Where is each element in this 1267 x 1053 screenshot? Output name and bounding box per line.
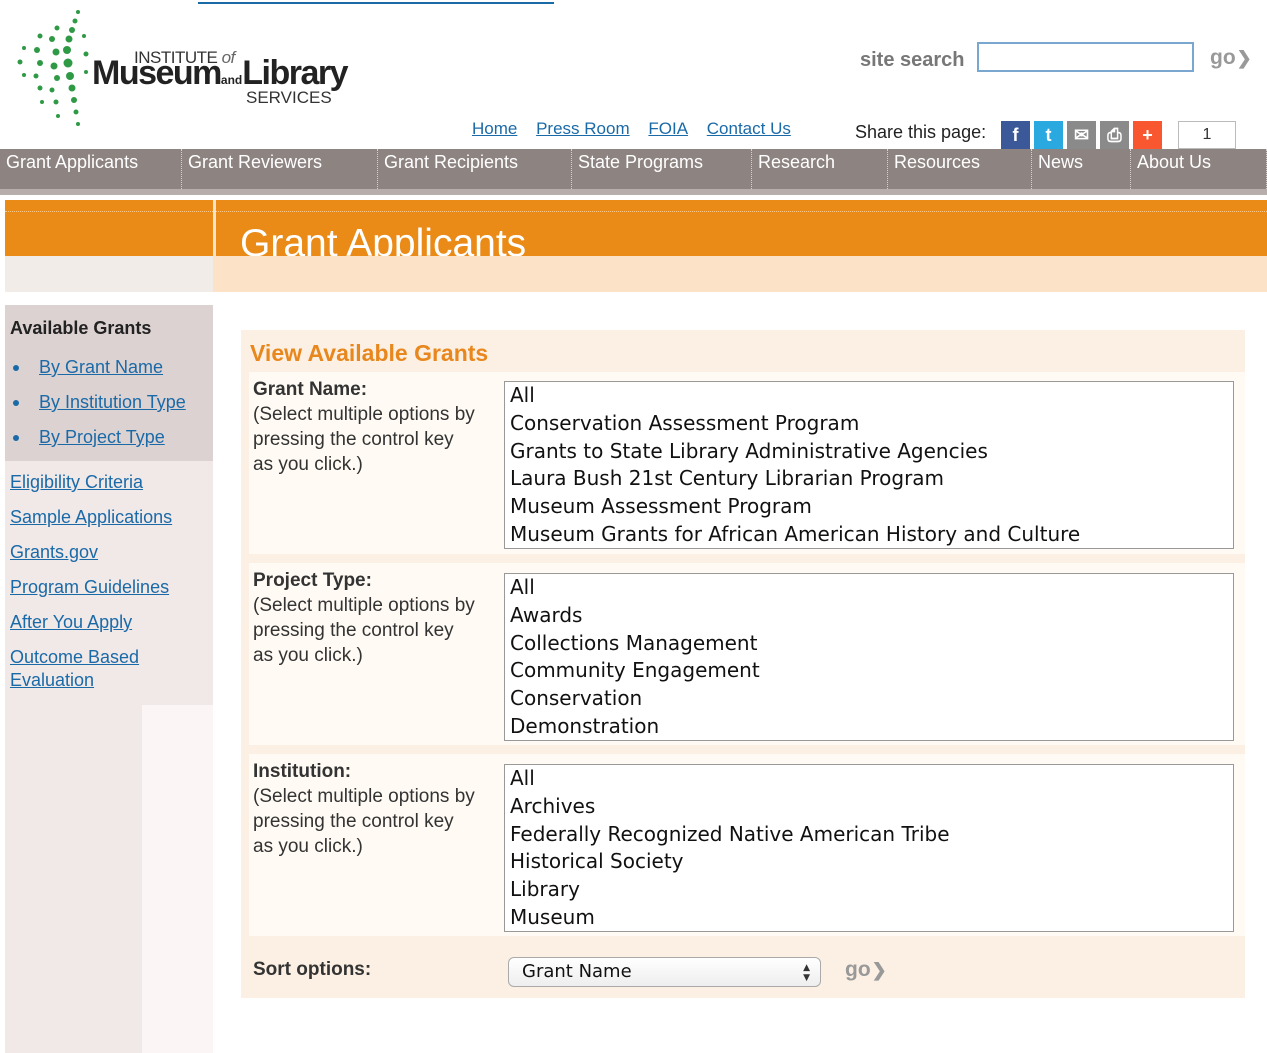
- panel-title: View Available Grants: [250, 340, 489, 366]
- select-option[interactable]: Historical Society: [505, 848, 1233, 876]
- select-option[interactable]: Conservation Assessment Program: [505, 410, 1233, 438]
- sort-options-select[interactable]: Grant Name ▲ ▼: [508, 957, 821, 987]
- select-option[interactable]: Museum Grants for African American Histo…: [505, 521, 1233, 548]
- select-option[interactable]: Community Engagement: [505, 657, 1233, 685]
- nav-item-research[interactable]: Research: [752, 149, 888, 189]
- sidebar-item-by-grant-name: By Grant Name: [10, 350, 186, 385]
- top-cut-link-underline: [198, 0, 554, 4]
- grant-name-select[interactable]: All Conservation Assessment Program Grants…: [504, 381, 1234, 549]
- top-link-press-room[interactable]: Press Room: [536, 119, 630, 138]
- institution-hint: (Select multiple options by pressing the…: [253, 786, 475, 857]
- facebook-icon[interactable]: f: [1001, 121, 1030, 149]
- sidebar-fade: [142, 705, 213, 1053]
- select-option[interactable]: Museum: [505, 904, 1233, 931]
- select-option[interactable]: All: [505, 382, 1233, 410]
- chevron-right-icon: ❯: [871, 959, 887, 980]
- starburst-logo-icon: [17, 10, 89, 126]
- bullet-icon: [13, 364, 19, 371]
- nav-item-news[interactable]: News: [1032, 149, 1131, 189]
- select-option[interactable]: Collections Management: [505, 630, 1233, 658]
- project-type-label: Project Type:: [253, 570, 372, 591]
- nav-item-state-programs[interactable]: State Programs: [572, 149, 752, 189]
- sidebar-item-by-project-type: By Project Type: [10, 420, 186, 455]
- sort-selected-value: Grant Name: [522, 961, 632, 982]
- sidebar-links: Eligibility Criteria Sample Applications…: [10, 471, 172, 704]
- sidebar-item-by-institution-type: By Institution Type: [10, 385, 186, 420]
- select-option[interactable]: Demonstration: [505, 713, 1233, 740]
- imls-logo[interactable]: INSTITUTE of MuseumandLibrary SERVICES: [12, 6, 362, 136]
- institution-label-block: Institution: (Select multiple options by…: [253, 759, 478, 859]
- bullet-icon: [13, 399, 19, 406]
- share-label: Share this page:: [855, 122, 987, 142]
- nav-item-resources[interactable]: Resources: [888, 149, 1032, 189]
- banner-sub-left: [5, 256, 213, 292]
- sidebar-link-grants-gov[interactable]: Grants.gov: [10, 541, 172, 564]
- institution-select[interactable]: All Archives Federally Recognized Native A…: [504, 764, 1234, 932]
- main-nav: Grant Applicants Grant Reviewers Grant Rec…: [0, 149, 1267, 189]
- sidebar-link-program-guidelines[interactable]: Program Guidelines: [10, 576, 172, 599]
- sidebar-link-eligibility-criteria[interactable]: Eligibility Criteria: [10, 471, 172, 494]
- sidebar-link-by-grant-name[interactable]: By Grant Name: [39, 357, 163, 378]
- addthis-plus-icon[interactable]: +: [1133, 121, 1162, 149]
- banner-dotted-line: [5, 211, 1267, 212]
- nav-divider: [0, 189, 1267, 195]
- sort-go-button[interactable]: go ❯: [845, 958, 887, 982]
- updown-arrows-icon: ▲ ▼: [803, 963, 810, 983]
- grant-name-hint: (Select multiple options by pressing the…: [253, 404, 475, 475]
- sort-options-label: Sort options:: [253, 959, 372, 980]
- nav-item-grant-reviewers[interactable]: Grant Reviewers: [182, 149, 378, 189]
- nav-item-grant-applicants[interactable]: Grant Applicants: [0, 149, 182, 189]
- select-option[interactable]: All: [505, 574, 1233, 602]
- top-link-foia[interactable]: FOIA: [648, 119, 688, 138]
- email-icon[interactable]: ✉: [1067, 121, 1096, 149]
- print-icon[interactable]: ⎙: [1100, 121, 1129, 149]
- sidebar-title: Available Grants: [10, 318, 152, 338]
- project-type-select[interactable]: All Awards Collections Management Community…: [504, 573, 1234, 741]
- bullet-icon: [13, 434, 19, 441]
- select-option[interactable]: Museum Assessment Program: [505, 493, 1233, 521]
- site-search-label: site search: [860, 49, 965, 71]
- search-go-button[interactable]: go ❯: [1210, 46, 1252, 70]
- select-option[interactable]: Conservation: [505, 685, 1233, 713]
- nav-item-about-us[interactable]: About Us: [1131, 149, 1267, 189]
- select-option[interactable]: Library: [505, 876, 1233, 904]
- sidebar-link-by-project-type[interactable]: By Project Type: [39, 427, 165, 448]
- twitter-icon[interactable]: t: [1034, 121, 1063, 149]
- sidebar-link-after-you-apply[interactable]: After You Apply: [10, 611, 172, 634]
- share-icons: f t ✉ ⎙ +: [1001, 121, 1162, 149]
- sidebar-link-outcome-based-evaluation[interactable]: Outcome Based Evaluation: [10, 646, 150, 692]
- project-type-label-block: Project Type: (Select multiple options b…: [253, 568, 478, 668]
- sidebar-bullets: By Grant Name By Institution Type By Pro…: [10, 350, 186, 455]
- select-option[interactable]: Awards: [505, 602, 1233, 630]
- grant-name-label: Grant Name:: [253, 379, 368, 400]
- institution-label: Institution:: [253, 761, 352, 782]
- top-links: Home Press Room FOIA Contact Us: [472, 119, 805, 139]
- share-count: 1: [1178, 121, 1236, 149]
- grant-name-label-block: Grant Name: (Select multiple options by …: [253, 377, 478, 477]
- banner: [5, 200, 1267, 256]
- sidebar-link-sample-applications[interactable]: Sample Applications: [10, 506, 172, 529]
- banner-sub: [216, 256, 1267, 292]
- select-option[interactable]: Grants to State Library Administrative A…: [505, 438, 1233, 466]
- site-search-input[interactable]: [977, 42, 1194, 72]
- sidebar-link-by-institution-type[interactable]: By Institution Type: [39, 392, 186, 413]
- chevron-right-icon: ❯: [1236, 47, 1252, 68]
- top-link-home[interactable]: Home: [472, 119, 517, 138]
- logo-services-text: SERVICES: [246, 88, 332, 107]
- select-option[interactable]: Laura Bush 21st Century Librarian Progra…: [505, 465, 1233, 493]
- top-link-contact-us[interactable]: Contact Us: [707, 119, 791, 138]
- project-type-hint: (Select multiple options by pressing the…: [253, 595, 475, 666]
- select-option[interactable]: Archives: [505, 793, 1233, 821]
- select-option[interactable]: Federally Recognized Native American Tri…: [505, 821, 1233, 849]
- nav-item-grant-recipients[interactable]: Grant Recipients: [378, 149, 572, 189]
- select-option[interactable]: All: [505, 765, 1233, 793]
